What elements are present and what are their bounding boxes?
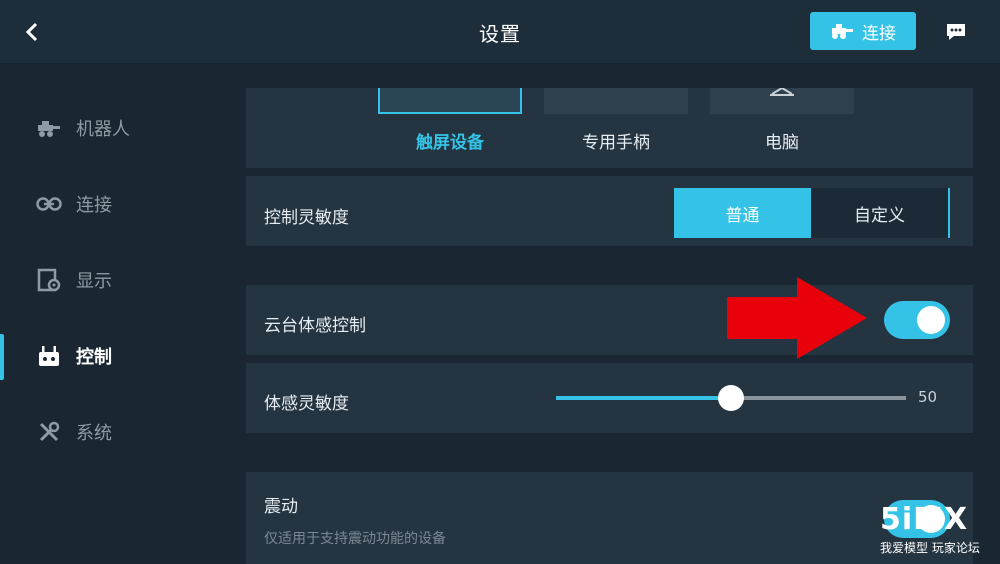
sidebar-item-connect[interactable]: 连接 (0, 176, 230, 232)
sidebar-item-label: 系统 (76, 423, 112, 444)
gimbal-motion-label: 云台体感控制 (264, 316, 366, 336)
top-bar: 设置 连接 (0, 0, 1000, 64)
motion-sensitivity-label: 体感灵敏度 (264, 394, 349, 414)
sidebar-item-label: 控制 (76, 347, 112, 368)
device-touchscreen-thumb[interactable] (378, 88, 522, 114)
sidebar-item-label: 机器人 (76, 119, 130, 140)
device-pc-thumb[interactable] (710, 86, 854, 114)
device-touchscreen-label[interactable]: 触屏设备 (378, 128, 522, 153)
sidebar: 机器人 连接 显示 控制 系统 (0, 64, 230, 564)
annotation-arrow-icon (727, 277, 867, 359)
sidebar-item-control[interactable]: 控制 (0, 328, 230, 384)
chat-icon (947, 24, 965, 40)
motion-sensitivity-panel: 体感灵敏度 50 (246, 363, 973, 433)
vibration-panel: 震动 仅适用于支持震动功能的设备 (246, 472, 973, 564)
gimbal-motion-toggle[interactable] (884, 301, 950, 339)
sidebar-item-robot[interactable]: 机器人 (0, 100, 230, 156)
sidebar-item-label: 显示 (76, 271, 112, 292)
tools-icon (36, 419, 62, 445)
toggle-knob (917, 306, 945, 334)
device-gamepad-label[interactable]: 专用手柄 (544, 128, 688, 153)
link-icon (36, 191, 62, 217)
motion-sensitivity-slider[interactable] (556, 385, 906, 411)
sensitivity-option-custom[interactable]: 自定义 (811, 188, 948, 238)
connect-button[interactable]: 连接 (810, 12, 916, 50)
display-settings-icon (36, 267, 62, 293)
watermark-subtitle: 我爱模型 玩家论坛 (880, 541, 980, 555)
watermark: 5iMX 我爱模型 玩家论坛 (880, 505, 992, 561)
sidebar-item-label: 连接 (76, 195, 112, 216)
sensitivity-option-normal[interactable]: 普通 (674, 188, 811, 238)
device-pc-label[interactable]: 电脑 (710, 128, 854, 153)
vibration-label: 震动 (264, 497, 298, 517)
robot-icon (36, 115, 62, 141)
robot-icon (832, 24, 853, 39)
sensitivity-panel: 控制灵敏度 普通 自定义 (246, 176, 973, 246)
sensitivity-segmented-control: 普通 自定义 (674, 188, 950, 238)
computer-icon (770, 86, 794, 96)
sidebar-item-display[interactable]: 显示 (0, 252, 230, 308)
vibration-description: 仅适用于支持震动功能的设备 (264, 531, 446, 547)
motion-sensitivity-value: 50 (918, 388, 938, 406)
sensitivity-label: 控制灵敏度 (264, 208, 349, 228)
slider-handle[interactable] (718, 385, 744, 411)
connect-label: 连接 (862, 23, 896, 44)
gamepad-icon (36, 343, 62, 369)
feedback-button[interactable] (940, 16, 972, 48)
watermark-logo: 5iMX (880, 502, 969, 537)
sidebar-item-system[interactable]: 系统 (0, 404, 230, 460)
device-gamepad-thumb[interactable] (544, 88, 688, 114)
device-select-panel: 触屏设备 专用手柄 电脑 (246, 86, 973, 168)
slider-fill (556, 396, 731, 400)
